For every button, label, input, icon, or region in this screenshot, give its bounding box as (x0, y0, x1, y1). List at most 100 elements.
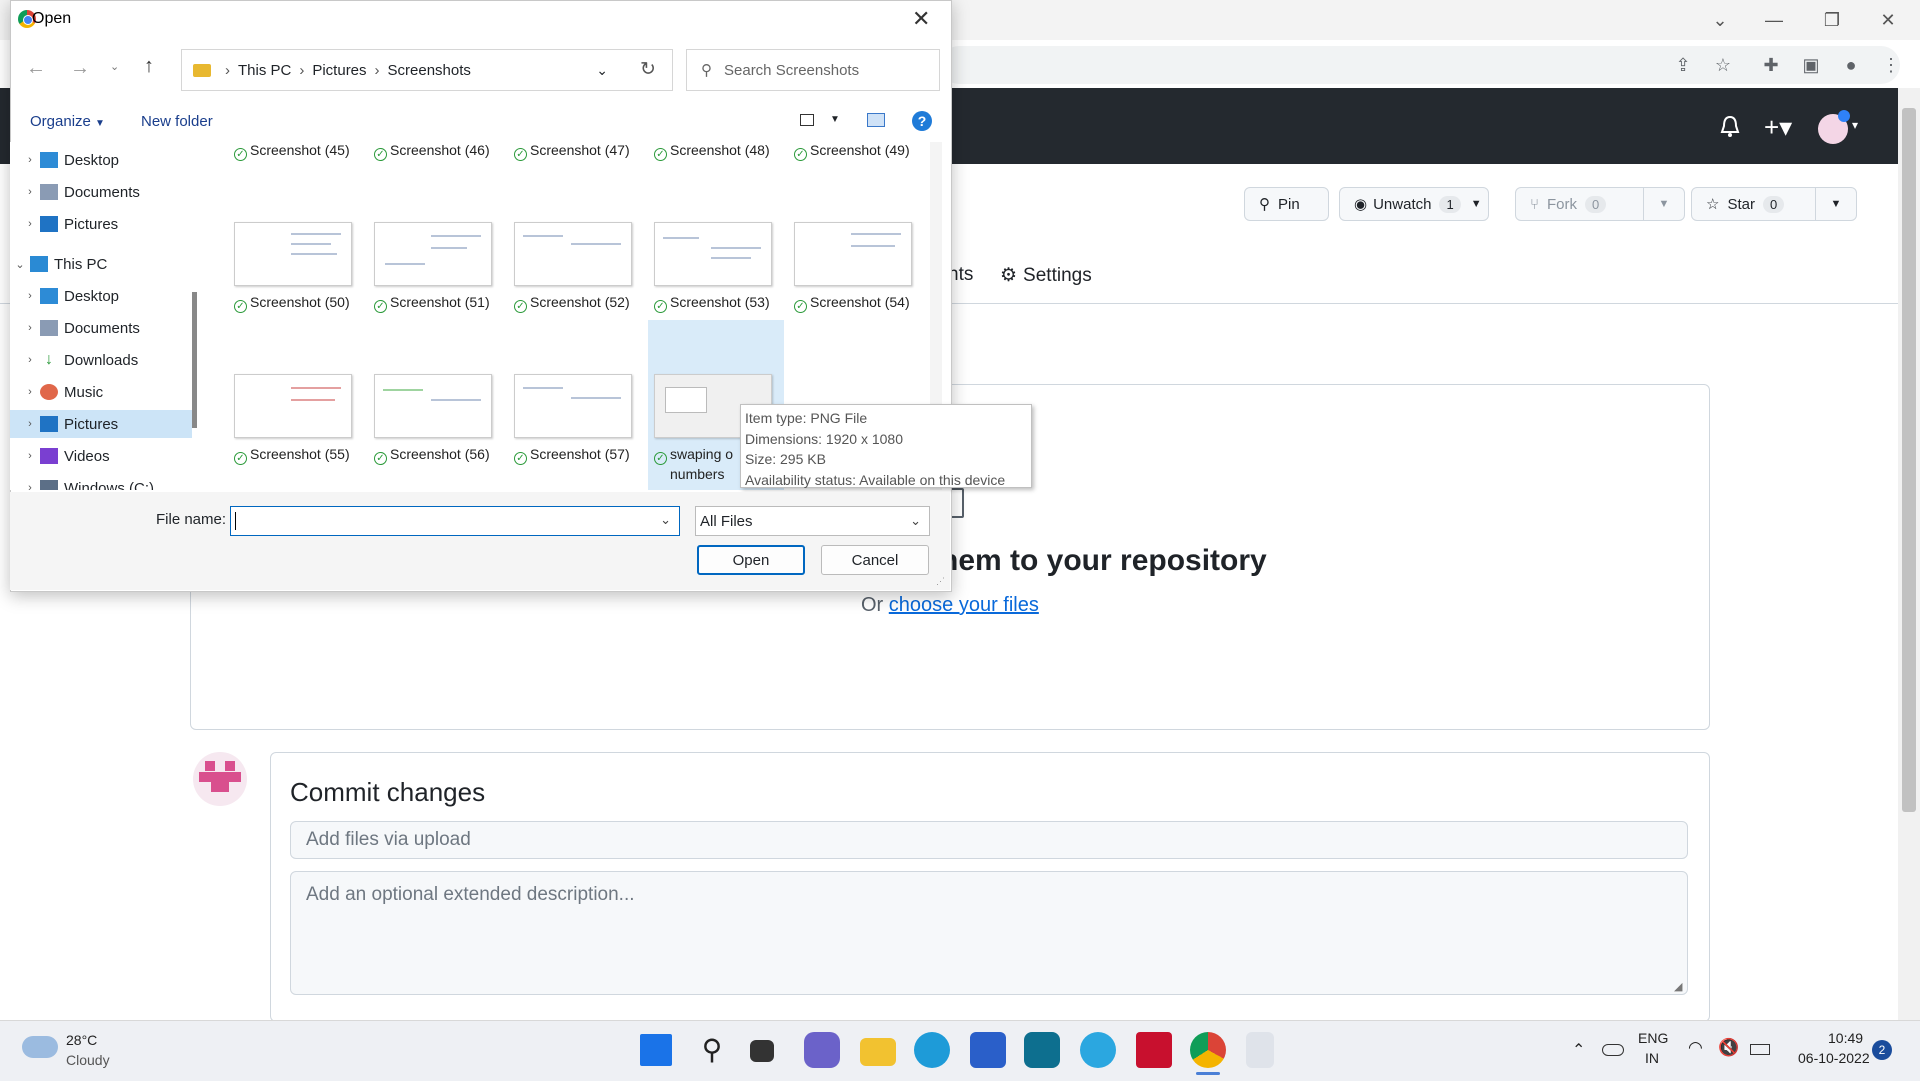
expand-chevron-icon[interactable]: › (20, 418, 40, 430)
share-icon[interactable]: ⇪ (1672, 54, 1694, 76)
extensions-icon[interactable]: ✚ (1760, 54, 1782, 76)
file-thumbnail[interactable] (654, 222, 772, 286)
battery-icon[interactable] (1750, 1044, 1770, 1055)
open-button[interactable]: Open (697, 545, 805, 575)
file-item[interactable]: ✓ Screenshot (49) (794, 142, 910, 161)
file-item[interactable]: ✓ Screenshot (47) (514, 142, 630, 161)
start-icon[interactable] (640, 1034, 672, 1066)
pin-button[interactable]: ⚲ Pin (1244, 187, 1329, 221)
file-thumbnail[interactable] (374, 374, 492, 438)
search-taskbar-icon[interactable]: ⚲ (694, 1032, 730, 1068)
file-item[interactable]: ✓ Screenshot (46) (374, 142, 490, 161)
file-thumbnail[interactable] (374, 222, 492, 286)
fork-dropdown-icon[interactable]: ▼ (1643, 187, 1684, 221)
file-name-input[interactable]: ⌄ (230, 506, 680, 536)
cancel-button[interactable]: Cancel (821, 545, 929, 575)
expand-chevron-icon[interactable]: › (20, 186, 40, 198)
recent-locations-chevron-icon[interactable]: ⌄ (110, 60, 119, 73)
chrome-menu-icon[interactable]: ⋮ (1880, 54, 1902, 76)
expand-chevron-icon[interactable]: › (20, 386, 40, 398)
star-button[interactable]: ☆ Star 0 ▼ (1691, 187, 1857, 221)
chrome-taskbar-icon[interactable] (1190, 1032, 1226, 1068)
expand-chevron-icon[interactable]: › (20, 450, 40, 462)
file-item[interactable]: ✓ Screenshot (52) (514, 294, 630, 313)
help-icon[interactable]: ? (912, 111, 932, 131)
notifications-bell-icon[interactable] (1718, 114, 1742, 140)
file-item[interactable]: ✓ Screenshot (53) (654, 294, 770, 313)
edge-icon[interactable] (914, 1032, 950, 1068)
store-icon[interactable] (970, 1032, 1006, 1068)
new-folder-button[interactable]: New folder (141, 113, 213, 130)
show-hidden-icons-chevron-icon[interactable]: ⌃ (1572, 1040, 1585, 1060)
file-item[interactable]: ✓ Screenshot (48) (654, 142, 770, 161)
file-item[interactable]: ✓ Screenshot (45) (234, 142, 350, 161)
skype-icon[interactable] (1080, 1032, 1116, 1068)
breadcrumb-screenshots[interactable]: Screenshots (388, 62, 471, 79)
star-dropdown-icon[interactable]: ▼ (1815, 187, 1856, 221)
organize-button[interactable]: Organize ▼ (30, 113, 105, 130)
nav-desktop-pc[interactable]: › Desktop (10, 282, 192, 310)
language-indicator[interactable]: ENG (1638, 1030, 1668, 1046)
expand-chevron-icon[interactable]: › (20, 354, 40, 366)
file-thumbnail[interactable] (514, 374, 632, 438)
expand-chevron-icon[interactable]: › (20, 290, 40, 302)
address-bar[interactable] (940, 46, 1900, 84)
avatar-menu-chevron-icon[interactable]: ▾ (1852, 118, 1858, 132)
weather-condition[interactable]: Cloudy (66, 1052, 110, 1068)
textarea-resize-handle-icon[interactable]: ◢ (1674, 980, 1682, 993)
file-thumbnail[interactable] (234, 374, 352, 438)
forward-arrow-icon[interactable]: → (70, 57, 90, 80)
preview-pane-icon[interactable] (867, 113, 885, 127)
unwatch-dropdown-icon[interactable]: ▼ (1471, 198, 1482, 210)
nav-pictures[interactable]: › Pictures (10, 210, 192, 238)
file-item[interactable]: ✓ swaping o (654, 446, 733, 465)
address-breadcrumb[interactable]: › This PC › Pictures › Screenshots ⌄ (181, 49, 673, 91)
file-type-select[interactable]: All Files ⌄ (695, 506, 930, 536)
page-scrollbar-thumb[interactable] (1902, 108, 1916, 812)
search-screenshots-input[interactable]: ⚲ Search Screenshots (686, 49, 940, 91)
collapse-chevron-icon[interactable]: ⌄ (10, 258, 30, 271)
tab-search-icon[interactable]: ⌄ (1706, 6, 1734, 34)
profile-icon[interactable]: ● (1840, 54, 1862, 76)
back-arrow-icon[interactable]: ← (26, 57, 46, 80)
clock-time[interactable]: 10:49 (1828, 1030, 1863, 1046)
minimize-icon[interactable]: — (1760, 6, 1788, 34)
language-region[interactable]: IN (1645, 1050, 1659, 1066)
resize-grip-icon[interactable]: ⋰ (936, 576, 945, 587)
restore-icon[interactable]: ❐ (1818, 6, 1846, 34)
nav-documents-pc[interactable]: › Documents (10, 314, 192, 342)
nav-windows-c[interactable]: › Windows (C:) (10, 474, 192, 490)
file-item[interactable]: ✓ Screenshot (50) (234, 294, 350, 313)
teams-chat-icon[interactable] (804, 1032, 840, 1068)
nav-this-pc[interactable]: ⌄ This PC (10, 250, 192, 278)
nav-music[interactable]: › Music (10, 378, 192, 406)
refresh-icon[interactable]: ↻ (640, 58, 656, 81)
file-item[interactable]: ✓ Screenshot (55) (234, 446, 350, 465)
nav-downloads[interactable]: › ↓ Downloads (10, 346, 192, 374)
expand-chevron-icon[interactable]: › (20, 482, 40, 490)
choose-files-link[interactable]: choose your files (889, 594, 1039, 616)
task-view-icon[interactable] (750, 1040, 774, 1062)
nav-scrollbar-thumb[interactable] (192, 292, 197, 428)
file-thumbnail[interactable] (514, 222, 632, 286)
create-new-icon[interactable]: +▾ (1764, 112, 1792, 143)
nav-documents[interactable]: › Documents (10, 178, 192, 206)
view-options-chevron-icon[interactable]: ▼ (830, 114, 840, 125)
nav-pictures-pc[interactable]: › Pictures (10, 410, 192, 438)
volume-muted-icon[interactable]: 🔇 (1718, 1038, 1739, 1058)
file-item[interactable]: ✓ Screenshot (54) (794, 294, 910, 313)
file-item[interactable]: ✓ Screenshot (56) (374, 446, 490, 465)
cloud-icon[interactable] (22, 1036, 58, 1058)
nav-videos[interactable]: › Videos (10, 442, 192, 470)
fork-button[interactable]: ⑂ Fork 0 ▼ (1515, 187, 1685, 221)
commit-description-textarea[interactable]: Add an optional extended description... (290, 871, 1688, 995)
dialog-close-icon[interactable]: ✕ (912, 6, 930, 32)
file-item[interactable]: ✓ Screenshot (51) (374, 294, 490, 313)
file-thumbnail[interactable] (794, 222, 912, 286)
expand-chevron-icon[interactable]: › (20, 218, 40, 230)
address-dropdown-chevron-icon[interactable]: ⌄ (596, 62, 608, 79)
unwatch-button[interactable]: ◉ Unwatch 1 ▼ (1339, 187, 1489, 221)
side-panel-icon[interactable]: ▣ (1800, 54, 1822, 76)
file-thumbnail[interactable] (234, 222, 352, 286)
up-arrow-icon[interactable]: ↑ (144, 55, 154, 78)
